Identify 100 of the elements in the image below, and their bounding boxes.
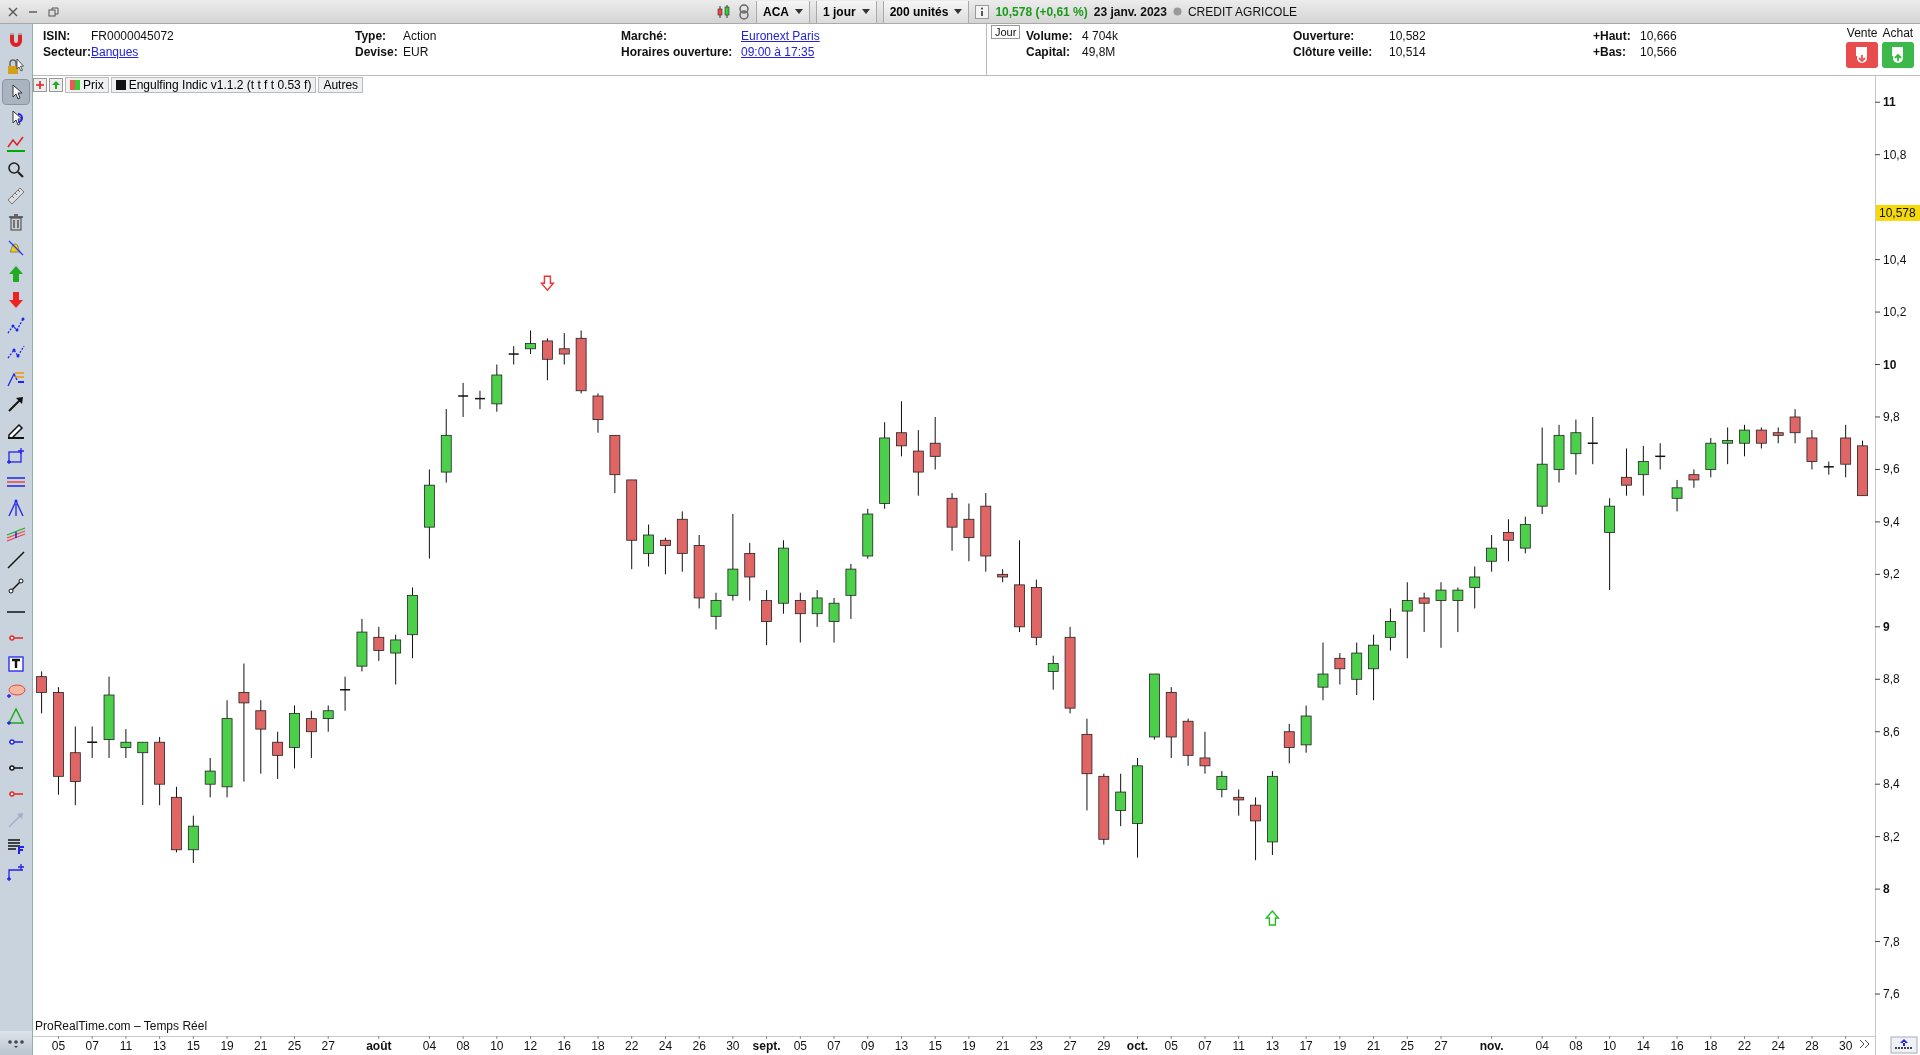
axis-label: 05 [793, 1039, 807, 1053]
candle [1840, 424, 1852, 478]
axis-label: 14 [1636, 1039, 1650, 1053]
field-value: 10,666 [1640, 29, 1678, 43]
axis-label: 04 [422, 1039, 437, 1053]
status-dot-icon [1172, 7, 1182, 16]
field-label: Ouverture: [1293, 29, 1356, 43]
candle [592, 392, 604, 434]
candle [963, 503, 975, 562]
axis-label: 04 [1535, 1039, 1549, 1053]
legend-item[interactable]: Prix [65, 77, 109, 93]
scroll-button[interactable] [1890, 1036, 1918, 1054]
zoom-in-icon[interactable] [33, 78, 47, 92]
axis-label: sept. [752, 1039, 781, 1053]
candle [1351, 642, 1363, 696]
sell-label: Vente [1846, 26, 1878, 40]
period-tab[interactable]: Jour [991, 25, 1021, 39]
units-dropdown[interactable]: 200 unités [882, 0, 970, 23]
candle [997, 568, 1009, 583]
candle [862, 508, 874, 560]
link-icon[interactable] [738, 3, 750, 20]
candle [1368, 634, 1379, 701]
candle [322, 705, 334, 733]
candle [154, 736, 165, 806]
field-value: 10,582 [1389, 29, 1427, 43]
axis-label: 07 [85, 1039, 99, 1053]
candle [373, 626, 385, 662]
candle [187, 815, 199, 864]
legend-item[interactable]: Engulfing Indic v1.1.2 (t t f t 0.53 f) [110, 77, 317, 93]
field-link[interactable]: Euronext Paris [741, 29, 987, 43]
candle [558, 332, 570, 365]
axis-label: 8,4 [1883, 777, 1900, 792]
field-value: FR0000045072 [91, 29, 175, 43]
candle [1385, 607, 1396, 651]
legend-item[interactable]: Autres [318, 77, 364, 93]
candle [1621, 447, 1632, 497]
candle [811, 589, 823, 628]
candle [1705, 437, 1717, 478]
field-value: 4 704k [1082, 29, 1120, 43]
field-label: ISIN: [43, 29, 72, 43]
period-dropdown[interactable]: 1 jour [816, 0, 877, 23]
axis-label: 11 [1232, 1039, 1245, 1053]
more-button[interactable] [0, 1031, 32, 1055]
axis-label: 15 [928, 1039, 942, 1053]
restore-icon[interactable] [48, 6, 59, 17]
candle [710, 592, 722, 630]
candle [339, 676, 351, 712]
candle [575, 329, 587, 394]
symbol-dropdown[interactable]: ACA [756, 0, 810, 23]
field-label: Type: [355, 29, 388, 43]
candle [1317, 642, 1329, 701]
candle [1469, 566, 1481, 609]
candle [1823, 461, 1835, 476]
candle [474, 390, 486, 410]
candle [289, 705, 300, 769]
axis-label: 08 [1569, 1039, 1583, 1053]
candle [507, 345, 520, 365]
axis-label: 8,2 [1883, 829, 1900, 844]
cursor-icon[interactable] [3, 80, 29, 104]
axis-label: 29 [1097, 1039, 1111, 1053]
axis-label: 30 [1839, 1039, 1853, 1053]
axis-label: 9,6 [1883, 462, 1900, 477]
sell-button[interactable] [1846, 42, 1878, 68]
info-icon[interactable] [975, 4, 990, 19]
axis-label: 7,6 [1883, 987, 1900, 1002]
candle [946, 492, 958, 552]
buy-button[interactable] [1882, 42, 1914, 68]
axis-label: 19 [962, 1039, 976, 1053]
field-link[interactable]: 09:00 à 17:35 [741, 45, 987, 59]
close-icon[interactable] [8, 6, 18, 17]
candle [120, 728, 132, 759]
field-link[interactable]: Banques [91, 45, 355, 59]
field-value: 49,8M [1082, 45, 1117, 59]
candle [36, 670, 47, 714]
candle [390, 634, 402, 685]
axis-label: 9 [1883, 619, 1890, 634]
axis-label: 19 [220, 1039, 234, 1053]
candle [272, 731, 284, 780]
candlestick-icon[interactable] [716, 3, 732, 20]
candle [204, 757, 216, 798]
candle [1047, 655, 1059, 691]
field-label: Marché: [621, 29, 668, 43]
axis-label: 21 [1366, 1039, 1381, 1053]
caret-icon [954, 9, 963, 14]
field-label: Horaires ouverture: [621, 45, 734, 59]
candle [794, 592, 806, 644]
field-value: 10,514 [1389, 45, 1427, 59]
field-value: 10,566 [1640, 45, 1678, 59]
axis-label: 11 [1883, 95, 1896, 110]
candle [1418, 592, 1430, 633]
axis-label: 13 [894, 1039, 909, 1053]
candle [1688, 468, 1700, 489]
axis-label: 25 [1400, 1039, 1414, 1053]
up-arrow-icon[interactable] [49, 78, 63, 92]
axis-label: 09 [861, 1039, 875, 1053]
axis-label: 16 [557, 1039, 571, 1053]
candle [1486, 534, 1497, 573]
double-chevron-icon[interactable] [1859, 1039, 1870, 1049]
candle [912, 429, 924, 497]
candle [1519, 516, 1531, 554]
